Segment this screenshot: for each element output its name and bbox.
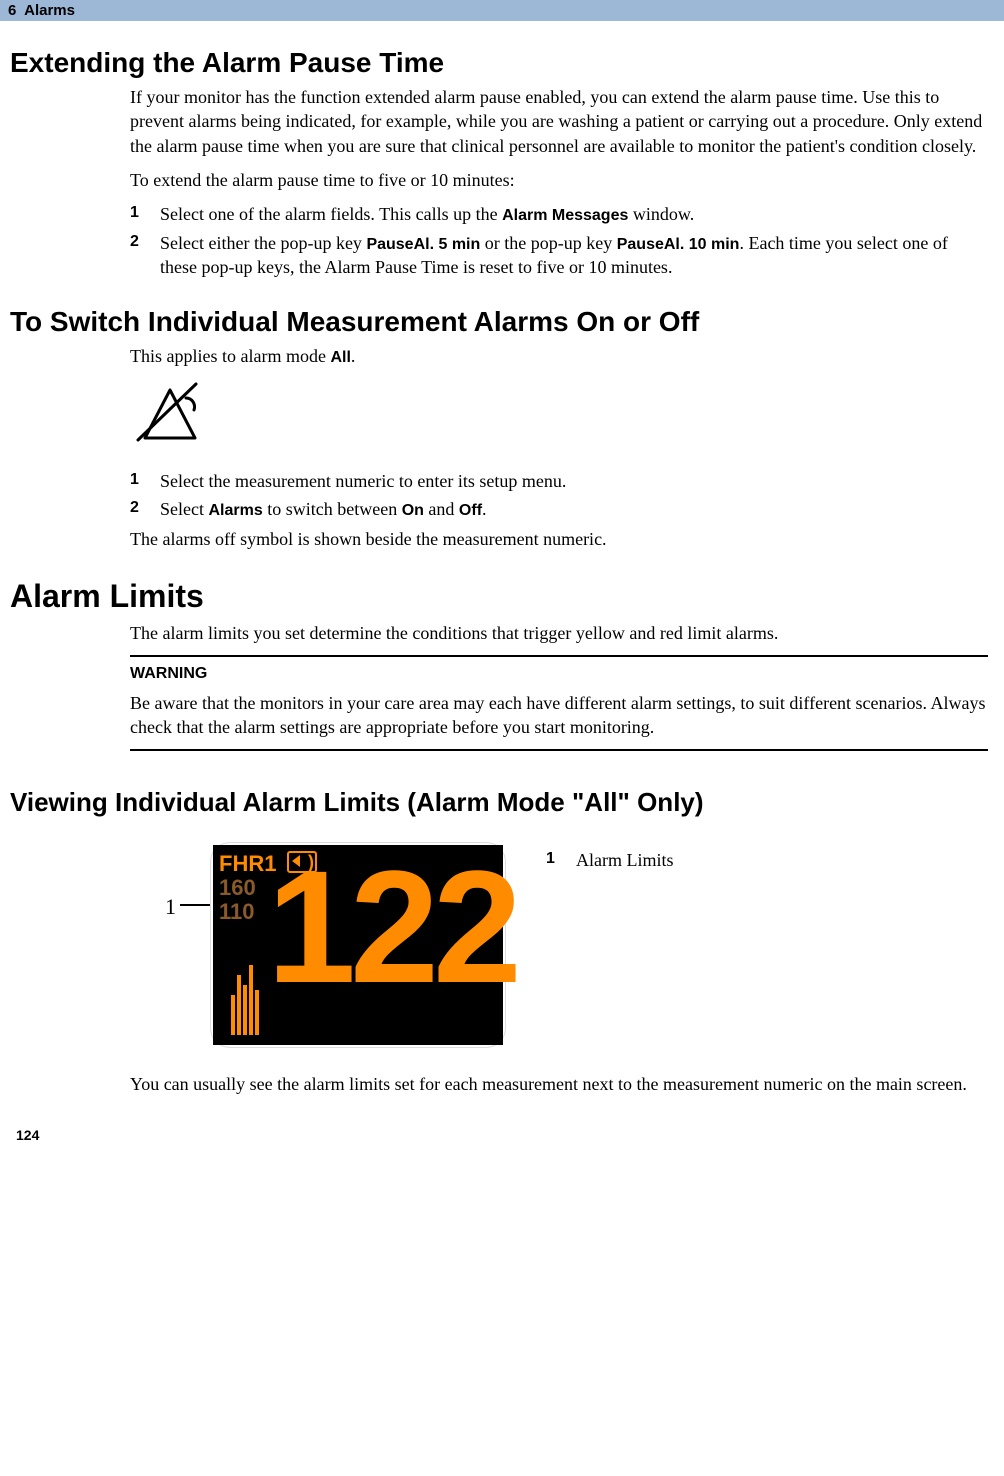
list-item: 1 Select one of the alarm fields. This c…	[130, 202, 988, 227]
warning-rule-bottom	[130, 749, 988, 751]
figure-callout-number: 1	[130, 842, 180, 922]
ui-alarm-messages: Alarm Messages	[502, 207, 628, 224]
warning-rule-top	[130, 655, 988, 657]
list-item: 1 Select the measurement numeric to ente…	[130, 469, 988, 493]
ui-alarms: Alarms	[208, 502, 262, 519]
ui-pauseal-5: PauseAl. 5 min	[366, 236, 480, 253]
figure-row: 1 FHR1 160 110 122	[130, 842, 988, 1048]
list-number: 1	[130, 202, 160, 227]
tile-lower-limit: 110	[219, 897, 255, 927]
legend-number: 1	[546, 848, 576, 872]
para-s1-intro: If your monitor has the function extende…	[130, 85, 988, 158]
chapter-number: 6	[8, 2, 16, 19]
para-s1-lead: To extend the alarm pause time to five o…	[130, 168, 988, 192]
list-item: 2 Select either the pop-up key PauseAl. …	[130, 231, 988, 280]
ui-all: All	[330, 349, 350, 366]
warning-label: WARNING	[130, 663, 988, 685]
page-number: 124	[16, 1127, 994, 1143]
ui-on: On	[402, 502, 424, 519]
ui-off: Off	[459, 502, 482, 519]
para-s4-outro: You can usually see the alarm limits set…	[130, 1072, 988, 1096]
tile-main-value: 122	[267, 839, 516, 1015]
chapter-title: Alarms	[24, 2, 75, 19]
alarm-off-icon	[130, 378, 988, 454]
list-text: Select either the pop-up key PauseAl. 5 …	[160, 231, 988, 280]
figure-frame: FHR1 160 110 122	[210, 842, 506, 1048]
page-header: 6 Alarms	[0, 0, 1004, 21]
heading-switch-alarms: To Switch Individual Measurement Alarms …	[10, 306, 994, 338]
list-item: 2 Select Alarms to switch between On and…	[130, 497, 988, 522]
warning-text: Be aware that the monitors in your care …	[130, 691, 988, 740]
list-text: Select the measurement numeric to enter …	[160, 469, 988, 493]
list-number: 2	[130, 497, 160, 522]
figure-legend: 1 Alarm Limits	[546, 848, 674, 872]
monitor-numeric-tile: FHR1 160 110 122	[213, 845, 503, 1045]
list-number: 2	[130, 231, 160, 280]
heading-extending-pause: Extending the Alarm Pause Time	[10, 47, 994, 79]
heading-alarm-limits: Alarm Limits	[10, 578, 994, 615]
heading-viewing-limits: Viewing Individual Alarm Limits (Alarm M…	[10, 787, 994, 818]
list-text: Select Alarms to switch between On and O…	[160, 497, 988, 522]
para-s2-intro: This applies to alarm mode All.	[130, 344, 988, 369]
list-number: 1	[130, 469, 160, 493]
para-s2-outro: The alarms off symbol is shown beside th…	[130, 527, 988, 551]
para-s3-intro: The alarm limits you set determine the c…	[130, 621, 988, 645]
ui-pauseal-10: PauseAl. 10 min	[617, 236, 740, 253]
tile-trend-bars	[231, 935, 259, 1035]
list-text: Select one of the alarm fields. This cal…	[160, 202, 988, 227]
legend-text: Alarm Limits	[576, 848, 674, 872]
figure-callout-line	[180, 904, 210, 906]
